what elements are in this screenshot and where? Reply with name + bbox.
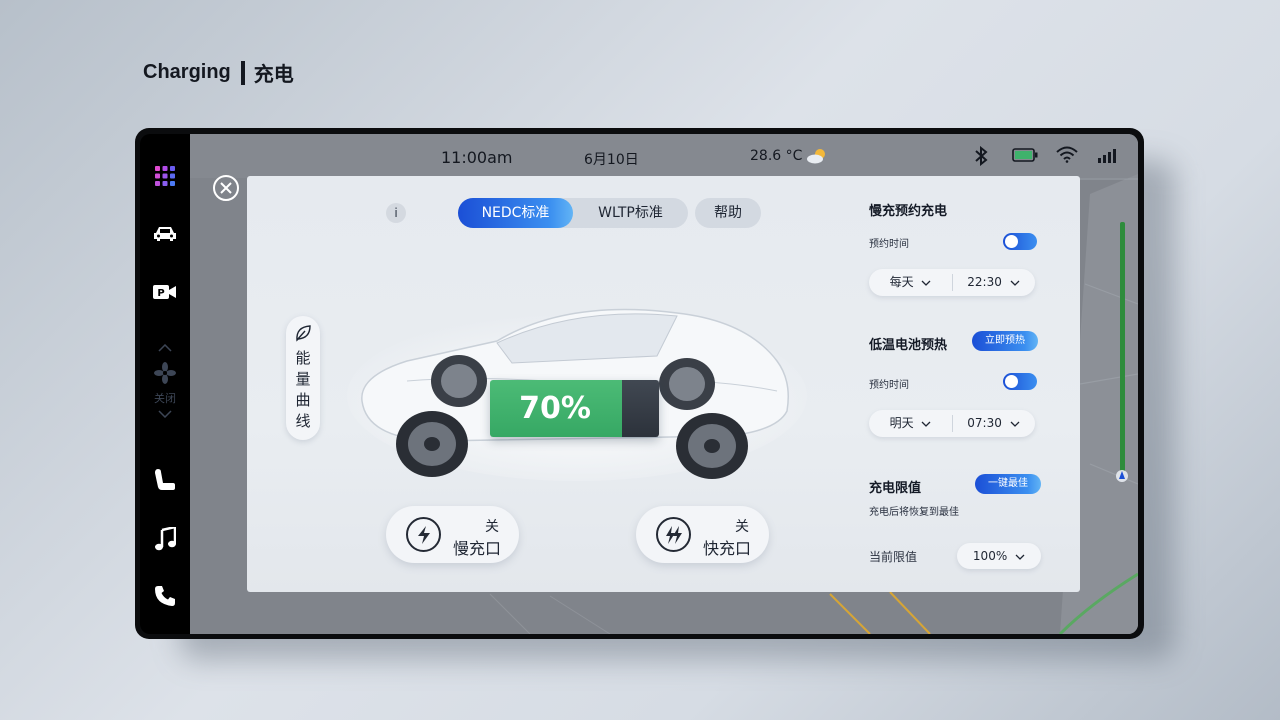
leaf-icon bbox=[295, 324, 311, 346]
battery-percentage: 70% bbox=[519, 391, 591, 426]
close-icon bbox=[220, 182, 232, 194]
bluetooth-icon[interactable] bbox=[974, 145, 988, 170]
wheel-rear-right bbox=[659, 358, 715, 410]
current-limit-label: 当前限值 bbox=[869, 550, 918, 564]
clock-time: 11:00am bbox=[441, 148, 513, 167]
fast-charge-port-button[interactable]: 关 快充口 bbox=[636, 506, 769, 563]
energy-curve-label: 能量曲线 bbox=[295, 349, 311, 430]
chevron-down-icon bbox=[921, 280, 931, 286]
car-display-device: P 关闭 11:00am 6月10日 28.6 °C i NEDC标准 WLTP… bbox=[135, 128, 1144, 639]
slow-charge-state: 关 bbox=[485, 519, 499, 535]
car-icon[interactable] bbox=[140, 225, 190, 243]
battery-level-bar: 70% bbox=[490, 380, 659, 437]
preheat-hour-select[interactable]: 07:30 bbox=[952, 410, 1035, 437]
chevron-down-icon bbox=[1010, 421, 1020, 427]
tab-wltp[interactable]: WLTP标准 bbox=[573, 198, 688, 228]
wheel-front-left bbox=[396, 411, 468, 477]
wheel-front-right bbox=[431, 355, 487, 407]
partly-cloudy-icon bbox=[806, 148, 828, 168]
signal-icon bbox=[1098, 147, 1120, 167]
outside-temperature: 28.6 °C bbox=[750, 148, 803, 164]
slow-charge-port-button[interactable]: 关 慢充口 bbox=[386, 506, 519, 563]
apps-grid-icon[interactable] bbox=[140, 166, 190, 186]
tab-nedc[interactable]: NEDC标准 bbox=[458, 198, 573, 228]
preheat-time-label: 预约时间 bbox=[869, 380, 909, 391]
fast-charge-state: 关 bbox=[735, 519, 749, 535]
battery-status-icon bbox=[1012, 148, 1038, 166]
fan-state-label: 关闭 bbox=[154, 392, 176, 405]
slow-charge-label: 慢充口 bbox=[452, 539, 501, 558]
fast-charging-bolt-icon bbox=[656, 517, 691, 552]
slow-charge-time-label: 预约时间 bbox=[869, 239, 909, 250]
heading-separator bbox=[240, 60, 245, 85]
charge-limit-title: 充电限值 bbox=[869, 481, 922, 496]
slow-charge-schedule-title: 慢充预约充电 bbox=[869, 204, 948, 219]
phone-icon[interactable] bbox=[140, 585, 190, 607]
parking-camera-icon[interactable]: P bbox=[140, 284, 190, 300]
wifi-icon[interactable] bbox=[1056, 146, 1078, 167]
chevron-down-icon bbox=[921, 421, 931, 427]
chevron-down-icon bbox=[1010, 280, 1020, 286]
wheel-rear-left bbox=[676, 413, 748, 479]
page-title-en: Charging bbox=[143, 61, 231, 83]
slow-charge-day-select[interactable]: 每天 bbox=[869, 269, 952, 296]
fan-icon bbox=[140, 362, 190, 387]
status-bar: 11:00am 6月10日 28.6 °C bbox=[190, 134, 1138, 178]
energy-curve-button[interactable]: 能量曲线 bbox=[286, 316, 320, 440]
standard-tabs: NEDC标准 WLTP标准 bbox=[458, 198, 688, 228]
battery-empty bbox=[622, 380, 659, 437]
preheat-day-select[interactable]: 明天 bbox=[869, 410, 952, 437]
svg-text:P: P bbox=[157, 288, 164, 299]
help-button[interactable]: 帮助 bbox=[695, 198, 761, 228]
charge-limit-note: 充电后将恢复到最佳 bbox=[869, 507, 959, 518]
page-title-cn: 充电 bbox=[253, 62, 294, 86]
sidebar: P 关闭 bbox=[140, 134, 190, 634]
chevron-down-icon[interactable] bbox=[140, 408, 190, 422]
page-heading: Charging 充电 bbox=[143, 58, 294, 87]
slow-charge-toggle[interactable] bbox=[1003, 233, 1037, 250]
charging-panel: i NEDC标准 WLTP标准 帮助 能量曲线 70% 关 慢充口 关 快充口 … bbox=[247, 176, 1080, 592]
music-icon[interactable] bbox=[140, 527, 190, 551]
slow-charge-time-select: 每天 22:30 bbox=[869, 269, 1035, 296]
main-screen: 11:00am 6月10日 28.6 °C i NEDC标准 WLTP标准 帮助… bbox=[190, 134, 1138, 634]
preheat-title: 低温电池预热 bbox=[869, 338, 948, 353]
preheat-now-button[interactable]: 立即预热 bbox=[972, 331, 1038, 351]
seat-icon[interactable] bbox=[140, 468, 190, 492]
preheat-time-select: 明天 07:30 bbox=[869, 410, 1035, 437]
fan-control[interactable]: 关闭 bbox=[140, 342, 190, 422]
charging-bolt-icon bbox=[406, 517, 441, 552]
clock-date: 6月10日 bbox=[584, 152, 639, 168]
optimal-limit-button[interactable]: 一键最佳 bbox=[975, 474, 1041, 494]
chevron-down-icon bbox=[1015, 554, 1025, 560]
fast-charge-label: 快充口 bbox=[702, 539, 751, 558]
current-limit-select[interactable]: 100% bbox=[957, 543, 1041, 569]
close-button[interactable] bbox=[213, 175, 239, 201]
slow-charge-hour-select[interactable]: 22:30 bbox=[952, 269, 1035, 296]
chevron-up-icon[interactable] bbox=[140, 342, 190, 356]
settings-column: 慢充预约充电 预约时间 每天 22:30 低温电池预热 立即预热 预约时间 明天… bbox=[869, 176, 1069, 592]
preheat-toggle[interactable] bbox=[1003, 373, 1037, 390]
info-button[interactable]: i bbox=[386, 203, 406, 223]
